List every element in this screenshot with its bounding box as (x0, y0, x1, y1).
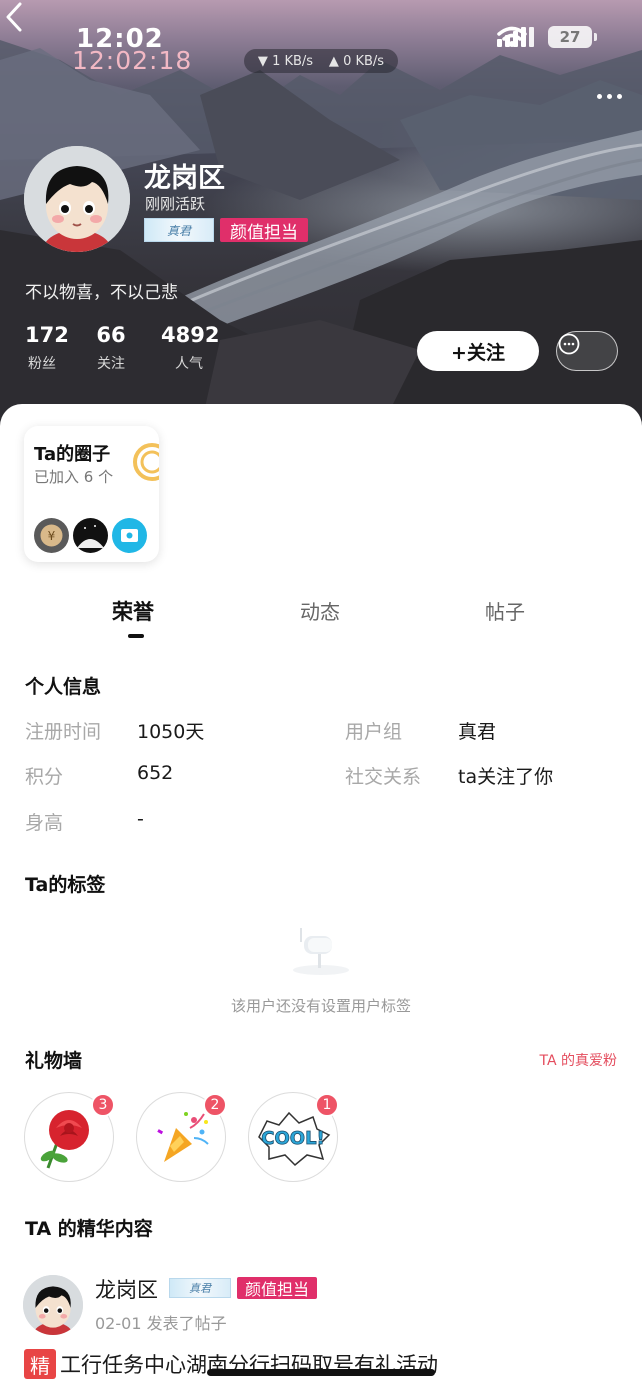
svg-text:¥: ¥ (48, 529, 56, 543)
status-bar-time-seconds: 12:02:18 (72, 46, 193, 75)
gift-count-badge: 2 (203, 1093, 227, 1117)
upload-speed: ▲ 0 KB/s (328, 53, 385, 69)
battery-icon: 27 (548, 26, 597, 48)
download-speed: ▼ 1 KB/s (257, 53, 314, 69)
circle-avatar-2[interactable] (73, 518, 108, 553)
circle-count: 已加入 6 个 (34, 468, 114, 486)
profile-header-background: 12:02 12:02:18 ▼ 1 KB/s ▲ 0 KB/s 27 龙岗区 … (0, 0, 642, 430)
activity-status: 刚刚活跃 (145, 195, 206, 213)
post-meta: 02-01 发表了帖子 (95, 1314, 227, 1333)
profile-tabs: 荣誉 动态 帖子 (0, 596, 642, 646)
more-options-icon[interactable] (597, 94, 622, 99)
circle-title: Ta的圈子 (34, 444, 111, 465)
gift-list: 3 2 COOL! 1 (24, 1092, 339, 1182)
gift-count-badge: 3 (91, 1093, 115, 1117)
svg-text:COOL!: COOL! (261, 1128, 325, 1149)
gift-count-badge: 1 (315, 1093, 339, 1117)
gift-rose[interactable]: 3 (24, 1092, 115, 1182)
featured-tag: 精 (24, 1349, 56, 1379)
post-author-avatar[interactable] (23, 1275, 83, 1335)
circle-logo-icon (133, 443, 159, 481)
chat-bubble-icon (558, 333, 580, 355)
circle-avatar-1[interactable]: ¥ (34, 518, 69, 553)
personal-info-title: 个人信息 (25, 676, 102, 698)
home-indicator[interactable] (207, 1369, 435, 1376)
gift-wall-title: 礼物墙 (25, 1050, 83, 1072)
title-badge: 颜值担当 (237, 1277, 318, 1299)
stat-fans[interactable]: 172 粉丝 (25, 323, 69, 373)
tags-title: Ta的标签 (25, 874, 106, 896)
post-author-name[interactable]: 龙岗区 (95, 1274, 158, 1304)
wifi-icon (497, 26, 527, 47)
post-author-badges: 真君 颜值担当 (169, 1277, 318, 1299)
circle-avatar-3[interactable] (112, 518, 147, 553)
status-bar-icons: 27 (497, 26, 597, 48)
rank-badge: 真君 (169, 1278, 231, 1298)
avatar[interactable] (24, 146, 130, 252)
follow-button[interactable]: +关注 (417, 331, 539, 371)
profile-stats: 172 粉丝 66 关注 4892 人气 (25, 323, 220, 373)
stat-popularity: 4892 人气 (161, 323, 220, 372)
message-button[interactable] (556, 331, 618, 371)
back-arrow-icon[interactable] (0, 0, 30, 34)
info-row: 身高 - (25, 808, 144, 834)
tags-empty-text: 该用户还没有设置用户标签 (230, 997, 411, 1015)
network-speed-indicator: ▼ 1 KB/s ▲ 0 KB/s (244, 49, 398, 73)
tab-active-indicator (128, 634, 144, 638)
empty-mailbox-icon (0, 924, 642, 980)
user-name: 龙岗区 (144, 163, 225, 194)
badge-row: 真君 颜值担当 (144, 218, 308, 243)
user-bio: 不以物喜，不以己悲 (25, 283, 178, 303)
cool-sticker-icon: COOL! (258, 1111, 331, 1167)
info-row: 积分 652 社交关系 ta关注了你 (25, 762, 554, 788)
circle-avatars: ¥ (34, 518, 147, 553)
featured-title: TA 的精华内容 (25, 1218, 153, 1240)
gift-cool-sticker[interactable]: COOL! 1 (248, 1092, 339, 1182)
gift-party-popper[interactable]: 2 (136, 1092, 227, 1182)
tab-honor[interactable]: 荣誉 (112, 596, 154, 626)
info-row: 注册时间 1050天 用户组 真君 (25, 721, 497, 743)
title-badge: 颜值担当 (220, 218, 308, 243)
top-fans-link[interactable]: TA 的真爱粉 (540, 1050, 618, 1070)
profile-content: Ta的圈子 已加入 6 个 ¥ 荣誉 动态 帖子 个人信息 注册时间 1050天 (0, 404, 642, 1389)
rank-badge: 真君 (144, 218, 214, 242)
tab-posts[interactable]: 帖子 (485, 596, 525, 625)
stat-following[interactable]: 66 关注 (89, 323, 133, 373)
circle-card[interactable]: Ta的圈子 已加入 6 个 ¥ (24, 426, 159, 562)
tab-activity[interactable]: 动态 (300, 596, 340, 625)
